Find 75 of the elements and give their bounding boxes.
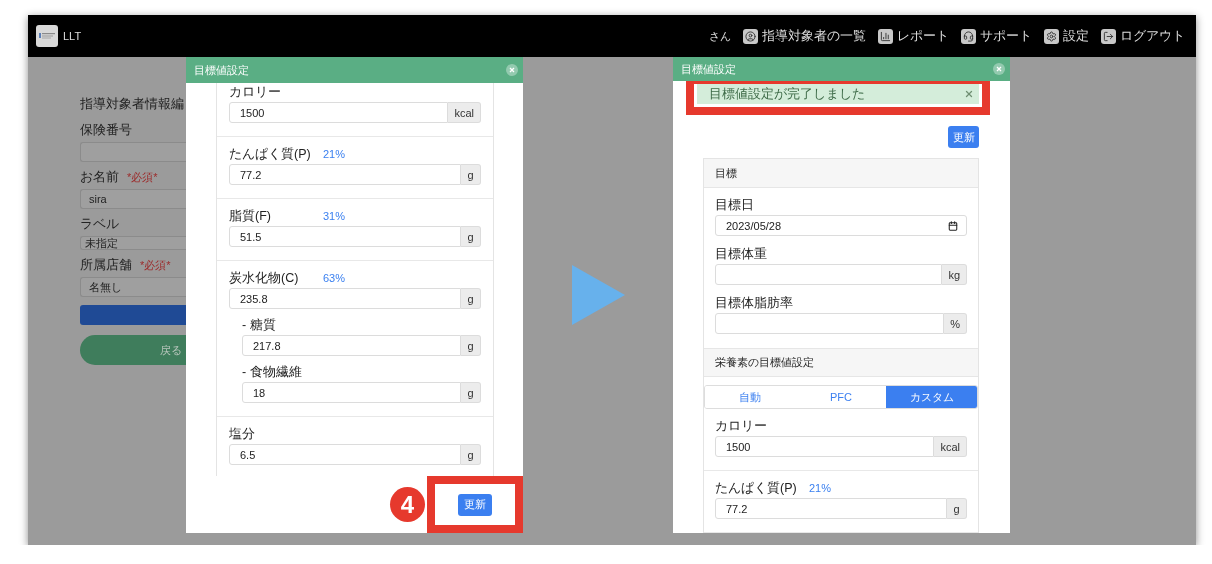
input-field[interactable]: 名無し bbox=[80, 277, 186, 297]
close-icon[interactable] bbox=[506, 64, 518, 76]
chart-icon bbox=[878, 28, 893, 44]
unit-label: g bbox=[461, 444, 481, 465]
field-label: お名前 bbox=[80, 168, 119, 186]
unit-label: g bbox=[461, 382, 481, 403]
update-button[interactable]: 更新 bbox=[948, 126, 979, 148]
input-field[interactable]: 51.5 bbox=[229, 226, 461, 247]
field-label: 目標体重 bbox=[715, 245, 767, 263]
input-field[interactable]: sira bbox=[80, 189, 186, 209]
step-badge: 4 bbox=[390, 487, 425, 522]
nav-link[interactable]: サポート bbox=[961, 27, 1032, 45]
headset-icon bbox=[961, 28, 976, 44]
field-label: 脂質(F) bbox=[229, 207, 272, 225]
field-label: たんぱく質(P) bbox=[229, 145, 312, 163]
alert-message: 目標値設定が完了しました bbox=[709, 85, 865, 103]
unit-label: kcal bbox=[448, 102, 481, 123]
nav-link[interactable]: レポート bbox=[878, 27, 949, 45]
unit-label: g bbox=[461, 226, 481, 247]
field-label: 目標体脂肪率 bbox=[715, 294, 793, 312]
unit-label: g bbox=[947, 498, 967, 519]
section-header: 目標 bbox=[704, 159, 978, 188]
required-mark: *必須* bbox=[127, 169, 158, 185]
unit-label: % bbox=[944, 313, 967, 334]
close-icon[interactable] bbox=[993, 63, 1005, 75]
tab[interactable]: カスタム bbox=[886, 386, 977, 408]
input-field[interactable]: 77.2 bbox=[229, 164, 461, 185]
user-name: さん bbox=[709, 28, 731, 44]
unit-label: kg bbox=[942, 264, 967, 285]
update-button[interactable]: 更新 bbox=[458, 493, 492, 516]
field-label: カロリー bbox=[715, 417, 767, 435]
date-field[interactable]: 2023/05/28 bbox=[715, 215, 967, 236]
calendar-icon[interactable] bbox=[948, 220, 958, 231]
brand-name: LLT bbox=[63, 30, 82, 42]
input-field[interactable]: 217.8 bbox=[242, 335, 461, 356]
ratio-text: 63% bbox=[323, 272, 346, 284]
field-label: たんぱく質(P) bbox=[715, 479, 798, 497]
ratio-text: 21% bbox=[809, 482, 832, 494]
unit-label: kcal bbox=[934, 436, 967, 457]
input-field[interactable]: 18 bbox=[242, 382, 461, 403]
unit-label: g bbox=[461, 335, 481, 356]
field-label: ラベル bbox=[80, 215, 119, 233]
field-label: - 食物繊維 bbox=[242, 363, 302, 381]
field-label: 炭水化物(C) bbox=[229, 269, 300, 287]
field-label: カロリー bbox=[229, 83, 281, 101]
modal-title: 目標値設定 bbox=[194, 62, 249, 78]
ratio-text: 31% bbox=[323, 210, 346, 222]
modal-title: 目標値設定 bbox=[681, 61, 736, 77]
input-field[interactable] bbox=[80, 142, 186, 162]
select-field[interactable]: 未指定 bbox=[80, 236, 186, 250]
input-field[interactable]: 235.8 bbox=[229, 288, 461, 309]
field-label: 塩分 bbox=[229, 425, 255, 443]
page-title: 指導対象者情報編 bbox=[80, 95, 185, 113]
nav-link[interactable]: 設定 bbox=[1044, 27, 1089, 45]
unit-label: g bbox=[461, 288, 481, 309]
ratio-text: 21% bbox=[323, 148, 346, 160]
input-field[interactable]: 77.2 bbox=[715, 498, 947, 519]
section-header: 栄養素の目標値設定 bbox=[704, 348, 978, 377]
logo-icon bbox=[36, 25, 58, 47]
field-label: - 糖質 bbox=[242, 316, 276, 334]
field-label: 目標日 bbox=[715, 196, 754, 214]
field-label: 保険番号 bbox=[80, 121, 132, 139]
user-icon bbox=[743, 28, 758, 44]
nav-link[interactable]: ログアウト bbox=[1101, 27, 1185, 45]
close-icon[interactable] bbox=[964, 89, 974, 99]
settings-icon bbox=[1044, 28, 1059, 44]
input-field[interactable]: 6.5 bbox=[229, 444, 461, 465]
logout-icon bbox=[1101, 28, 1116, 44]
nav-link[interactable]: 指導対象者の一覧 bbox=[743, 27, 866, 45]
unit-label: g bbox=[461, 164, 481, 185]
required-mark: *必須* bbox=[140, 257, 171, 273]
input-field[interactable]: 1500 bbox=[715, 436, 935, 457]
input-field[interactable]: 1500 bbox=[229, 102, 449, 123]
arrow-icon bbox=[572, 265, 625, 325]
field-label: 所属店舗 bbox=[80, 256, 132, 274]
